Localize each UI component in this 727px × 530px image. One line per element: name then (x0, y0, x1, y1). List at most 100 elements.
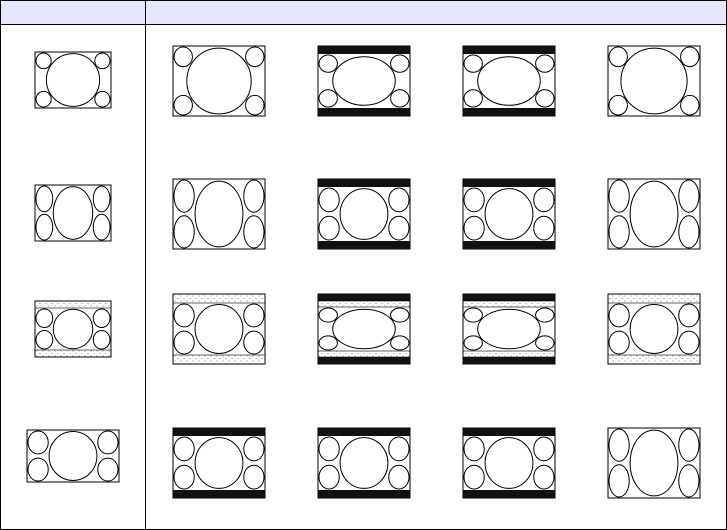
row2-output-4-corner-circle-top-left (608, 179, 630, 213)
row3-output-2-dotted-top (317, 300, 411, 308)
row1-output-3-corner-circle-top-left (463, 54, 483, 73)
row4-output-2-center-circle (339, 437, 389, 489)
row1-output-4-corner-circle-bottom-right (680, 94, 700, 116)
row4-source-corner-circle-top-left (27, 430, 49, 455)
row4-output-1-center-circle (194, 437, 244, 489)
row2-output-4-corner-circle-bottom-left (608, 215, 630, 249)
row2-output-1-corner-circle-bottom-left (173, 215, 195, 249)
row4-output-4-corner-circle-bottom-left (608, 464, 630, 498)
row1-output-2-bar-top (318, 46, 410, 54)
row2-output-3-bar-bottom (463, 241, 555, 249)
row3-output-1-dotted-top (172, 293, 266, 304)
row4-output-3-center-circle (484, 437, 534, 489)
row1-output-3-corner-circle-bottom-right (535, 89, 555, 108)
row3-output-2-center-circle (332, 308, 396, 350)
row3-output-2-bar-bottom (318, 357, 410, 364)
aspect-ratio-diagram (0, 0, 727, 530)
row4-output-2-corner-circle-bottom-right (388, 464, 410, 490)
row1-output-1-corner-circle-top-right (245, 46, 265, 68)
row3-output-4-corner-circle-bottom-right (678, 330, 700, 355)
row3-output-3-dotted-top (462, 300, 556, 308)
row4-output-2-bar-bottom (318, 490, 410, 498)
row4-output-3-bar-bottom (463, 490, 555, 498)
row4-output-1-corner-circle-bottom-left (173, 464, 195, 490)
row1-output-4-corner-circle-top-right (680, 46, 700, 68)
row4-source-corner-circle-bottom-right (97, 457, 119, 482)
row1-output-1-center-circle (186, 47, 252, 115)
row4-output-1-corner-circle-top-left (173, 436, 195, 462)
row4-output-1-corner-circle-top-right (243, 436, 265, 462)
row2-source-center-circle (52, 186, 94, 240)
row1-output-1-corner-circle-bottom-right (245, 94, 265, 116)
row3-output-3-corner-circle-top-left (463, 307, 483, 323)
row3-output-3-bar-bottom (463, 357, 555, 364)
row1-source-center-circle (45, 53, 101, 107)
row3-source-corner-circle-bottom-right (92, 330, 111, 350)
row2-output-2-center-circle (339, 188, 389, 240)
row2-output-2-corner-circle-top-right (388, 187, 410, 213)
row1-output-2-corner-circle-bottom-right (390, 89, 410, 108)
row2-output-1-corner-circle-top-right (243, 179, 265, 213)
row2-output-3-corner-circle-top-left (463, 187, 485, 213)
row4-output-3-bar-top (463, 428, 555, 436)
row2-source-corner-circle-bottom-left (35, 213, 54, 241)
row1-output-2-corner-circle-top-left (318, 54, 338, 73)
row2-source-corner-circle-top-left (35, 185, 54, 213)
row2-output-3-center-circle (484, 188, 534, 240)
row3-output-2-corner-circle-bottom-left (318, 335, 338, 351)
row2-output-3-corner-circle-top-right (533, 187, 555, 213)
row1-output-2-center-circle (332, 56, 396, 106)
row3-output-4-center-circle (629, 304, 679, 354)
row3-output-3-corner-circle-bottom-left (463, 335, 483, 351)
row1-output-3-bar-top (463, 46, 555, 54)
row3-output-2-corner-circle-bottom-right (390, 335, 410, 351)
row4-output-2-corner-circle-bottom-left (318, 464, 340, 490)
row2-output-2-bar-top (318, 179, 410, 187)
row3-output-1-corner-circle-bottom-right (243, 330, 265, 355)
diagram-row-4 (26, 427, 701, 499)
row1-output-3-bar-bottom (463, 108, 555, 116)
row2-output-1-corner-circle-bottom-right (243, 215, 265, 249)
row2-output-3-bar-top (463, 179, 555, 187)
row2-source-corner-circle-bottom-right (92, 213, 111, 241)
row3-output-2-bar-top (318, 294, 410, 301)
row3-output-4-dotted-bottom (607, 354, 701, 365)
row4-output-4-center-circle (629, 429, 679, 497)
diagram-row-3 (34, 293, 701, 365)
row3-output-3-dotted-bottom (462, 350, 556, 358)
row2-output-4-corner-circle-top-right (678, 179, 700, 213)
row3-source-corner-circle-top-left (35, 308, 54, 328)
row4-source-center-circle (48, 431, 98, 481)
row4-output-3-corner-circle-bottom-left (463, 464, 485, 490)
row3-source-dotted-top (34, 300, 112, 309)
row3-output-2-corner-circle-top-left (318, 307, 338, 323)
row3-output-4-corner-circle-top-right (678, 303, 700, 328)
row4-output-4-corner-circle-bottom-right (678, 464, 700, 498)
row4-output-3-corner-circle-top-right (533, 436, 555, 462)
row1-output-1-corner-circle-top-left (173, 46, 193, 68)
row4-output-2-bar-top (318, 428, 410, 436)
row4-output-2-corner-circle-top-left (318, 436, 340, 462)
row3-output-3-bar-top (463, 294, 555, 301)
row3-output-1-center-circle (194, 304, 244, 354)
row2-output-2-corner-circle-top-left (318, 187, 340, 213)
row3-source-center-circle (52, 308, 94, 350)
row1-output-1-corner-circle-bottom-left (173, 94, 193, 116)
row4-output-4-corner-circle-top-left (608, 428, 630, 462)
row2-output-3-corner-circle-bottom-left (463, 215, 485, 241)
row2-output-2-corner-circle-bottom-left (318, 215, 340, 241)
row3-output-2-corner-circle-top-right (390, 307, 410, 323)
row4-output-3-corner-circle-bottom-right (533, 464, 555, 490)
row2-output-2-corner-circle-bottom-right (388, 215, 410, 241)
row2-output-4-corner-circle-bottom-right (678, 215, 700, 249)
row3-output-3-corner-circle-bottom-right (535, 335, 555, 351)
row1-source-corner-circle-top-right (94, 52, 111, 70)
row3-source-corner-circle-top-right (92, 308, 111, 328)
row3-output-4-corner-circle-top-left (608, 303, 630, 328)
row1-output-2-bar-bottom (318, 108, 410, 116)
row4-source-corner-circle-bottom-left (27, 457, 49, 482)
row4-source-corner-circle-top-right (97, 430, 119, 455)
row1-output-3-corner-circle-bottom-left (463, 89, 483, 108)
row3-output-1-dotted-bottom (172, 354, 266, 365)
row1-source-corner-circle-bottom-right (94, 90, 111, 108)
